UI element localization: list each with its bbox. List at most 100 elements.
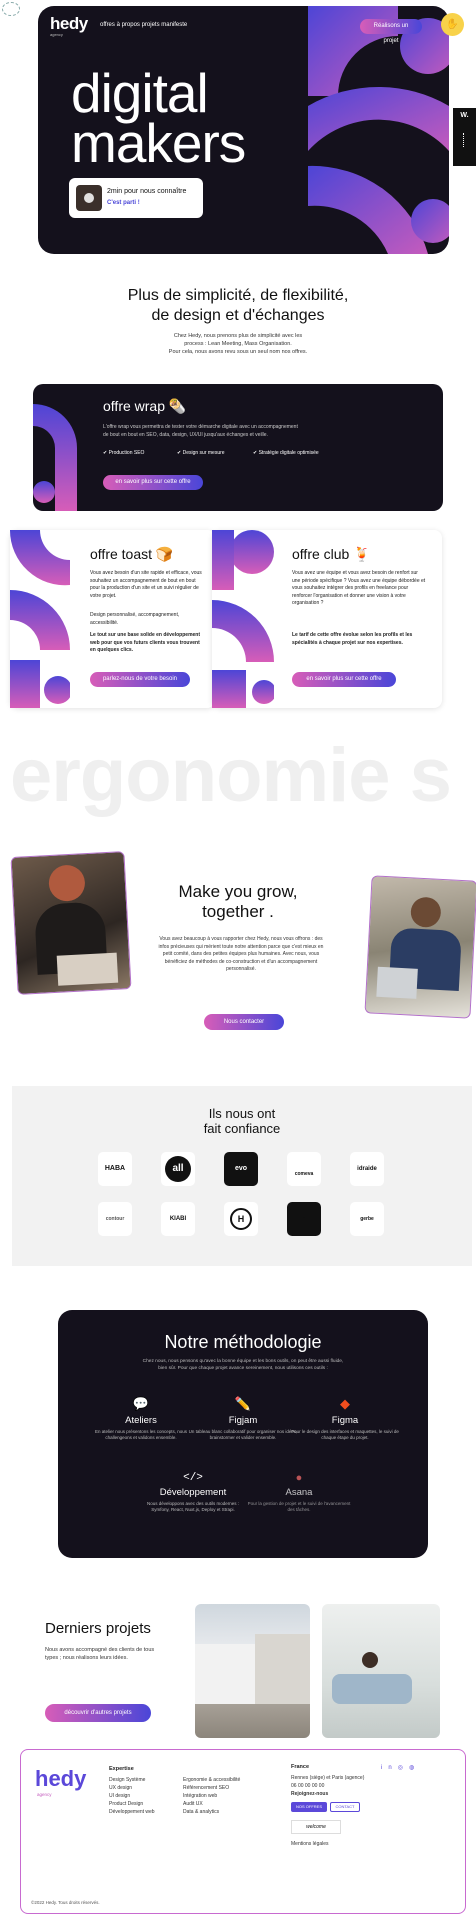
pencil-icon: ✏️	[234, 1396, 252, 1411]
offer-wrap-shape	[33, 404, 77, 511]
hero-title-line1: digital	[71, 62, 209, 124]
project-building-photo[interactable]	[195, 1604, 310, 1738]
projects-text: Nous avons accompagné des clients de tou…	[45, 1647, 155, 1661]
offer-toast-button[interactable]: parlez-nous de votre besoin	[90, 672, 190, 687]
contact-button[interactable]: Nous contacter	[204, 1014, 284, 1030]
method-item-dev: </> Développement Nous développons avec …	[138, 1472, 248, 1513]
offer-wrap-feature3: ✔ Stratégie digitale optimisée	[253, 450, 319, 456]
intro-title-line2: de design et d'échanges	[151, 307, 325, 324]
dribbble-icon[interactable]: ◍	[409, 1765, 420, 1771]
man-laptop-photo	[364, 875, 476, 1019]
instagram-icon[interactable]: ◎	[398, 1765, 409, 1771]
footer-join[interactable]: Rejoignez-nous	[291, 1790, 364, 1798]
footer-address: Rennes (siège) et Paris (agence)	[291, 1775, 365, 1781]
offer-toast-shape	[10, 530, 70, 708]
side-tab[interactable]: W.	[453, 108, 476, 166]
code-icon: </>	[183, 1472, 203, 1484]
project-office-photo[interactable]	[322, 1604, 440, 1738]
hero-logo[interactable]: hedy	[50, 14, 88, 34]
hero-nav[interactable]: offres à propos projets manifeste	[100, 22, 187, 28]
intro-title-line1: Plus de simplicité, de flexibilité,	[127, 287, 349, 304]
offer-wrap-text-line2: de bout en bout en SEO, data, design, UX…	[103, 431, 268, 438]
footer-phone[interactable]: 06 00 00 00 00	[291, 1782, 364, 1790]
footer-link[interactable]: Data & analytics	[183, 1808, 240, 1816]
side-tab-label: W.	[460, 112, 469, 119]
wrap-emoji-icon: 🌯	[168, 398, 187, 414]
method-item-title: Figjam	[228, 1415, 258, 1426]
offer-club-card: offre club 🍹 Vous avez une équipe et vou…	[212, 530, 442, 708]
method-item-title: Asana	[285, 1487, 313, 1498]
footer-link[interactable]: Audit UX	[183, 1800, 240, 1808]
method-item-desc: Un tableau blanc collaboratif pour organ…	[188, 1429, 298, 1440]
method-item-ateliers: 💬 Ateliers En atelier nous présentons le…	[86, 1396, 196, 1441]
offer-club-shape	[212, 530, 274, 708]
method-item-title: Développement	[159, 1487, 227, 1498]
footer-link[interactable]: Référencement SEO	[183, 1784, 240, 1792]
footer-link[interactable]: UX design	[109, 1784, 155, 1792]
footer-copyright: ©2022 Hedy. Tous droits réservés.	[31, 1900, 100, 1905]
offer-wrap-card: offre wrap 🌯 L'offre wrap vous permettra…	[33, 384, 443, 511]
trust-title-line1: Ils nous ont	[208, 1106, 276, 1121]
client-logo-all: all	[161, 1152, 195, 1186]
trust-title: Ils nous ont fait confiance	[12, 1106, 472, 1136]
method-item-desc: Nous développons avec des outils moderne…	[146, 1501, 240, 1512]
client-logo-idraide: idraide	[350, 1152, 384, 1186]
footer-link[interactable]: Product Design	[109, 1800, 155, 1808]
avatar	[76, 185, 102, 211]
footer-badge: welcome	[291, 1820, 341, 1834]
footer-offers-button[interactable]: NOS OFFRES	[291, 1802, 327, 1812]
footer-col2: Ergonomie & accessibilité Référencement …	[183, 1776, 240, 1816]
offer-toast-card: offre toast 🍞 Vous avez besoin d'un site…	[10, 530, 215, 708]
methodology-section: Notre méthodologie Chez nous, nous penso…	[58, 1310, 428, 1558]
offer-wrap-button[interactable]: en savoir plus sur cette offre	[103, 475, 203, 490]
client-logo-contour: contour	[98, 1202, 132, 1236]
footer-link[interactable]: UI design	[109, 1792, 155, 1800]
figma-icon: ◆	[340, 1396, 350, 1411]
offer-club-button[interactable]: en savoir plus sur cette offre	[292, 672, 396, 687]
projects-button[interactable]: découvrir d'autres projets	[45, 1704, 151, 1722]
intro-video-card[interactable]: 2min pour nous connaître C'est parti !	[69, 178, 203, 218]
intro-title: Plus de simplicité, de flexibilité, de d…	[0, 286, 476, 326]
footer-col1: Design Système UX design UI design Produ…	[109, 1776, 155, 1816]
intro-card-link[interactable]: C'est parti !	[107, 200, 140, 206]
footer-link[interactable]: Design Système	[109, 1776, 155, 1784]
footer-link[interactable]: Ergonomie & accessibilité	[183, 1776, 240, 1784]
footer-link[interactable]: Développement web	[109, 1808, 155, 1816]
offer-wrap-feature2: ✔ Design sur mesure	[177, 450, 225, 456]
footer-link[interactable]: Intégration web	[183, 1792, 240, 1800]
footer-mentions[interactable]: Mentions légales	[291, 1840, 329, 1848]
footer-logo[interactable]: hedy	[35, 1766, 86, 1792]
asana-icon: ●	[295, 1472, 303, 1484]
hero-title-line2: makers	[71, 112, 246, 174]
intro-card-title: 2min pour nous connaître	[107, 188, 187, 195]
intro-text-line1: Chez Hedy, nous prenons plus de simplici…	[173, 333, 303, 339]
hero-banner: hedy agency offres à propos projets mani…	[38, 6, 449, 254]
chat-icon[interactable]: ✋	[441, 13, 464, 36]
offer-toast-highlight: Le tout sur une base solide en développe…	[90, 632, 201, 653]
grow-text: Vous avez beaucoup à vous rapporter chez…	[158, 936, 324, 972]
method-item-figma: ◆ Figma Pour le design des interfaces et…	[290, 1396, 400, 1441]
method-intro: Chez nous, nous pensons qu'avec la bonne…	[142, 1359, 344, 1371]
offer-toast-title: offre toast 🍞	[90, 546, 174, 562]
footer-logo-sub: agency	[37, 1792, 52, 1797]
club-emoji-icon: 🍹	[353, 546, 371, 562]
client-logo-h: H	[224, 1202, 258, 1236]
trust-section: Ils nous ont fait confiance HABA all evo…	[12, 1086, 472, 1266]
method-item-title: Figma	[331, 1415, 359, 1426]
method-title: Notre méthodologie	[164, 1332, 322, 1352]
client-logo-brand: brand	[287, 1202, 321, 1236]
footer-social: in◎◍	[381, 1764, 420, 1771]
offer-club-highlight: Le tarif de cette offre évolue selon les…	[292, 632, 413, 646]
linkedin-icon[interactable]: in	[381, 1765, 398, 1771]
method-item-desc: En atelier nous présentons les concepts,…	[94, 1429, 188, 1440]
offer-club-text: Vous avez une équipe et vous avez besoin…	[292, 570, 426, 606]
client-logo-evo: evo	[224, 1152, 258, 1186]
offer-club-title: offre club 🍹	[292, 546, 371, 562]
footer-france-title: France	[291, 1764, 310, 1770]
footer: hedy agency Expertise Design Système UX …	[20, 1749, 466, 1914]
hero-title: digital makers	[71, 62, 246, 174]
start-project-button[interactable]: Réalisons un projet	[360, 19, 422, 44]
footer-expertise-title: Expertise	[109, 1766, 134, 1772]
footer-contact-button[interactable]: CONTACT	[330, 1802, 360, 1812]
intro-text-line2: process : Lean Meeting, Mass Organisatio…	[184, 341, 292, 347]
